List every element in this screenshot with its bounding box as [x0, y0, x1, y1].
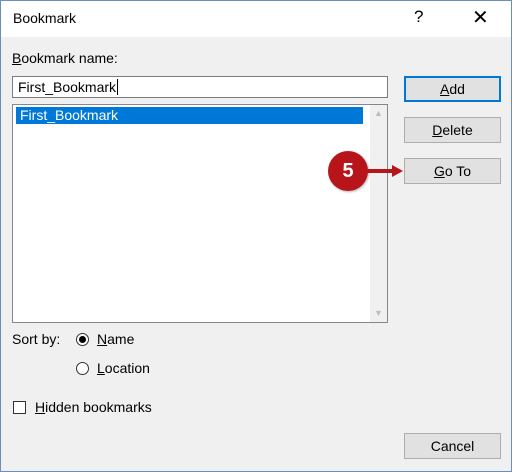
sort-by-label: Sort by:	[12, 331, 61, 347]
sort-name-radio[interactable]	[76, 333, 89, 346]
help-button[interactable]: ?	[414, 7, 423, 27]
cancel-button[interactable]: Cancel	[404, 433, 501, 459]
bookmark-list[interactable]: First_Bookmark ▲ ▼	[12, 104, 388, 323]
bookmark-name-label: Bookmark name:	[12, 50, 118, 66]
bookmark-name-input[interactable]: First_Bookmark	[12, 76, 388, 98]
bookmark-dialog: Bookmark ? ✕ Bookmark name: First_Bookma…	[0, 0, 512, 472]
hidden-bookmarks-label[interactable]: Hidden bookmarks	[35, 399, 152, 415]
bookmark-name-value: First_Bookmark	[18, 79, 117, 95]
add-button[interactable]: Add	[404, 76, 501, 102]
close-icon[interactable]: ✕	[472, 5, 489, 30]
hidden-bookmarks-checkbox[interactable]	[13, 401, 26, 414]
sort-name-label[interactable]: Name	[97, 331, 134, 347]
title-bar: Bookmark ? ✕	[1, 1, 511, 37]
dialog-title: Bookmark	[13, 10, 77, 26]
go-to-button[interactable]: Go To	[404, 158, 501, 184]
delete-button[interactable]: Delete	[404, 117, 501, 143]
list-scrollbar[interactable]: ▲ ▼	[370, 105, 387, 322]
list-item[interactable]: First_Bookmark	[16, 107, 363, 124]
text-caret	[117, 79, 119, 95]
sort-location-radio[interactable]	[76, 362, 89, 375]
scroll-up-icon[interactable]: ▲	[370, 105, 387, 122]
step-callout-badge: 5	[328, 151, 368, 191]
scroll-down-icon[interactable]: ▼	[370, 305, 387, 322]
sort-location-label[interactable]: Location	[97, 360, 150, 376]
callout-arrow-shape	[364, 165, 403, 177]
callout-arrow-icon	[364, 165, 403, 177]
